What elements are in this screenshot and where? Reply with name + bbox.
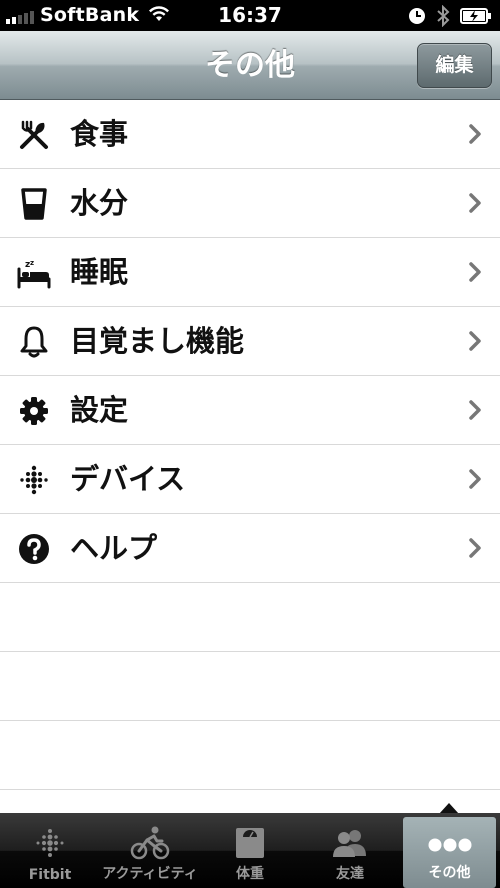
tab-label: アクティビティ bbox=[102, 866, 198, 882]
menu-item-help[interactable]: ヘルプ bbox=[0, 514, 500, 583]
fitbit-logo-icon bbox=[0, 823, 100, 863]
status-bar: SoftBank 16:37 bbox=[0, 0, 500, 31]
menu-item-label: 目覚まし機能 bbox=[70, 324, 245, 358]
tab-friends[interactable]: 友達 bbox=[300, 813, 400, 888]
edit-button[interactable]: 編集 bbox=[417, 43, 492, 88]
tab-more[interactable]: その他 bbox=[403, 817, 496, 888]
tab-label: Fitbit bbox=[28, 867, 72, 883]
cyclist-icon bbox=[100, 823, 200, 863]
fork-knife-icon bbox=[14, 117, 54, 153]
chevron-right-icon bbox=[468, 124, 482, 148]
tab-bar: Fitbit アクティビティ 体重 友達 その他 bbox=[0, 813, 500, 888]
menu-item-label: 睡眠 bbox=[70, 255, 129, 289]
friends-icon bbox=[300, 823, 400, 863]
menu-item-water[interactable]: 水分 bbox=[0, 169, 500, 238]
menu-item-food[interactable]: 食事 bbox=[0, 100, 500, 169]
menu-item-label: 水分 bbox=[70, 186, 129, 220]
menu-item-label: 設定 bbox=[70, 393, 129, 427]
empty-row bbox=[0, 652, 500, 721]
tab-activity[interactable]: アクティビティ bbox=[100, 813, 200, 888]
bell-icon bbox=[14, 324, 54, 360]
bluetooth-icon bbox=[436, 4, 450, 31]
chevron-right-icon bbox=[468, 469, 482, 493]
menu-item-settings[interactable]: 設定 bbox=[0, 376, 500, 445]
chevron-right-icon bbox=[468, 538, 482, 562]
menu-item-label: デバイス bbox=[70, 462, 186, 496]
chevron-right-icon bbox=[468, 400, 482, 424]
bed-icon: z z bbox=[14, 255, 54, 291]
navigation-bar: その他 編集 bbox=[0, 31, 500, 100]
battery-charging-icon bbox=[460, 8, 492, 28]
chevron-right-icon bbox=[468, 331, 482, 355]
more-dots-icon bbox=[403, 825, 496, 865]
help-icon bbox=[14, 531, 54, 567]
svg-text:z: z bbox=[30, 259, 34, 267]
device-dots-icon bbox=[14, 462, 54, 498]
empty-row bbox=[0, 583, 500, 652]
empty-row bbox=[0, 721, 500, 790]
tab-fitbit[interactable]: Fitbit bbox=[0, 813, 100, 888]
tab-label: 体重 bbox=[236, 866, 264, 882]
menu-item-label: ヘルプ bbox=[70, 531, 158, 565]
scale-icon bbox=[200, 823, 300, 863]
glass-icon bbox=[14, 186, 54, 222]
alarm-clock-icon bbox=[408, 7, 426, 29]
menu-item-label: 食事 bbox=[70, 117, 129, 151]
menu-item-alarm[interactable]: 目覚まし機能 bbox=[0, 307, 500, 376]
chevron-right-icon bbox=[468, 262, 482, 286]
tab-label: その他 bbox=[428, 865, 471, 881]
tab-weight[interactable]: 体重 bbox=[200, 813, 300, 888]
gear-icon bbox=[14, 393, 54, 429]
menu-item-devices[interactable]: デバイス bbox=[0, 445, 500, 514]
menu-item-sleep[interactable]: z z 睡眠 bbox=[0, 238, 500, 307]
tab-label: 友達 bbox=[336, 866, 364, 882]
chevron-right-icon bbox=[468, 193, 482, 217]
menu-list: 食事 水分 z z 睡眠 目覚まし機能 設定 デバイス ヘルプ bbox=[0, 100, 500, 790]
